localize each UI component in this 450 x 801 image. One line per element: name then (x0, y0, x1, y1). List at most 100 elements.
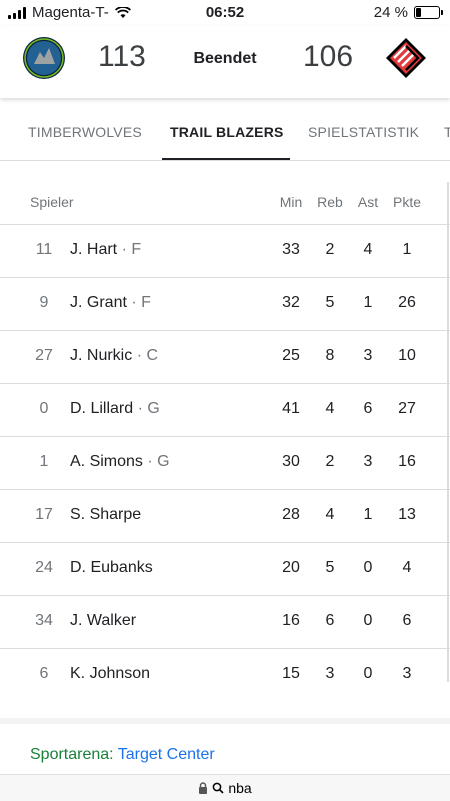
player-stats-table: Spieler Min Reb Ast Pkte 11 J. Hart · F 33… (0, 182, 450, 701)
stat-ast: 0 (363, 559, 373, 576)
table-row[interactable]: 1 A. Simons · G 30 2 3 16 (0, 437, 450, 490)
stat-pts: 4 (402, 559, 412, 576)
player-name[interactable]: J. Hart (70, 241, 117, 258)
header-pts[interactable]: Pkte (392, 194, 422, 210)
status-bar-right: 24 % (373, 4, 443, 21)
stat-reb: 3 (325, 665, 335, 682)
team-tabs: TIMBERWOLVES TRAIL BLAZERS SPIELSTATISTI… (0, 104, 450, 161)
table-header: Spieler Min Reb Ast Pkte (0, 182, 450, 225)
stat-reb: 6 (325, 612, 335, 629)
player-number: 6 (39, 665, 49, 682)
player-name-cell[interactable]: A. Simons · G (70, 453, 170, 471)
active-tab-indicator (162, 158, 290, 160)
stat-ast: 6 (363, 400, 373, 417)
player-position: · G (137, 400, 160, 417)
header-ast[interactable]: Ast (353, 194, 383, 210)
player-name-cell[interactable]: K. Johnson (70, 665, 150, 683)
stat-pts: 10 (398, 347, 416, 364)
player-number: 11 (35, 241, 53, 258)
player-name-cell[interactable]: S. Sharpe (70, 506, 141, 524)
table-row[interactable]: 34 J. Walker 16 6 0 6 (0, 596, 450, 649)
url-bar[interactable]: nba (0, 774, 450, 801)
battery-percent: 24 % (373, 4, 408, 21)
stat-ast: 3 (363, 453, 373, 470)
venue-link[interactable]: Target Center (118, 746, 215, 763)
player-name[interactable]: J. Nurkic (70, 347, 132, 364)
table-row[interactable]: 9 J. Grant · F 32 5 1 26 (0, 278, 450, 331)
player-position: · G (147, 453, 170, 470)
stat-ast: 4 (363, 241, 373, 258)
stat-min: 30 (282, 453, 300, 470)
venue-section: Sportarena: Target Center (0, 724, 450, 774)
header-reb[interactable]: Reb (315, 194, 345, 210)
player-number: 24 (35, 559, 53, 576)
scroll-divider (447, 182, 449, 682)
stat-reb: 2 (325, 241, 335, 258)
stat-reb: 2 (325, 453, 335, 470)
search-icon (212, 782, 224, 794)
player-name[interactable]: J. Grant (70, 294, 127, 311)
battery-level (416, 8, 421, 17)
tab-trail-blazers[interactable]: TRAIL BLAZERS (170, 124, 284, 140)
stat-min: 33 (282, 241, 300, 258)
table-row[interactable]: 27 J. Nurkic · C 25 8 3 10 (0, 331, 450, 384)
stat-pts: 26 (398, 294, 416, 311)
table-row[interactable]: 11 J. Hart · F 33 2 4 1 (0, 225, 450, 278)
player-name[interactable]: D. Lillard (70, 400, 133, 417)
stat-min: 20 (282, 559, 300, 576)
player-position: · F (131, 294, 151, 311)
stat-reb: 4 (325, 400, 335, 417)
stat-pts: 27 (398, 400, 416, 417)
game-status: Beendet (193, 50, 257, 67)
status-bar: Magenta-T- 06:52 24 % (0, 0, 450, 26)
player-position: · C (136, 347, 159, 364)
tab-next[interactable]: T (444, 124, 450, 140)
player-name-cell[interactable]: D. Eubanks (70, 559, 153, 577)
table-row[interactable]: 17 S. Sharpe 28 4 1 13 (0, 490, 450, 543)
player-name-cell[interactable]: J. Nurkic · C (70, 347, 158, 365)
stat-min: 32 (282, 294, 300, 311)
table-body: 11 J. Hart · F 33 2 4 1 9 J. Grant · F 32 5 1 26 27 J… (0, 225, 450, 701)
player-name-cell[interactable]: D. Lillard · G (70, 400, 160, 418)
player-name[interactable]: S. Sharpe (70, 506, 141, 523)
player-number: 34 (35, 612, 53, 629)
stat-min: 41 (282, 400, 300, 417)
player-name[interactable]: K. Johnson (70, 665, 150, 682)
stat-pts: 6 (402, 612, 412, 629)
stat-reb: 8 (325, 347, 335, 364)
battery-icon (414, 6, 443, 19)
table-row[interactable]: 6 K. Johnson 15 3 0 3 (0, 649, 450, 701)
table-row[interactable]: 0 D. Lillard · G 41 4 6 27 (0, 384, 450, 437)
stat-reb: 4 (325, 506, 335, 523)
player-name[interactable]: D. Eubanks (70, 559, 153, 576)
stat-pts: 16 (398, 453, 416, 470)
table-row[interactable]: 24 D. Eubanks 20 5 0 4 (0, 543, 450, 596)
url-text: nba (228, 780, 252, 796)
stat-pts: 3 (402, 665, 412, 682)
player-number: 27 (35, 347, 53, 364)
stat-pts: 1 (402, 241, 412, 258)
stat-ast: 3 (363, 347, 373, 364)
scoreboard: 113 Beendet 106 (0, 26, 450, 98)
stat-ast: 0 (363, 612, 373, 629)
stat-ast: 1 (363, 506, 373, 523)
stat-min: 16 (282, 612, 300, 629)
stat-min: 28 (282, 506, 300, 523)
stat-ast: 0 (363, 665, 373, 682)
tab-game-stats[interactable]: SPIELSTATISTIK (308, 124, 419, 140)
tab-timberwolves[interactable]: TIMBERWOLVES (28, 124, 142, 140)
trail-blazers-logo-icon[interactable] (384, 36, 428, 80)
header-min[interactable]: Min (276, 194, 306, 210)
player-name[interactable]: A. Simons (70, 453, 143, 470)
player-name-cell[interactable]: J. Walker (70, 612, 136, 630)
stat-reb: 5 (325, 559, 335, 576)
player-name-cell[interactable]: J. Hart · F (70, 241, 141, 259)
stat-reb: 5 (325, 294, 335, 311)
lock-icon (199, 782, 208, 794)
player-name[interactable]: J. Walker (70, 612, 136, 629)
header-player[interactable]: Spieler (30, 194, 74, 210)
player-number: 9 (39, 294, 49, 311)
stat-min: 15 (282, 665, 300, 682)
player-number: 0 (39, 400, 49, 417)
player-name-cell[interactable]: J. Grant · F (70, 294, 151, 312)
